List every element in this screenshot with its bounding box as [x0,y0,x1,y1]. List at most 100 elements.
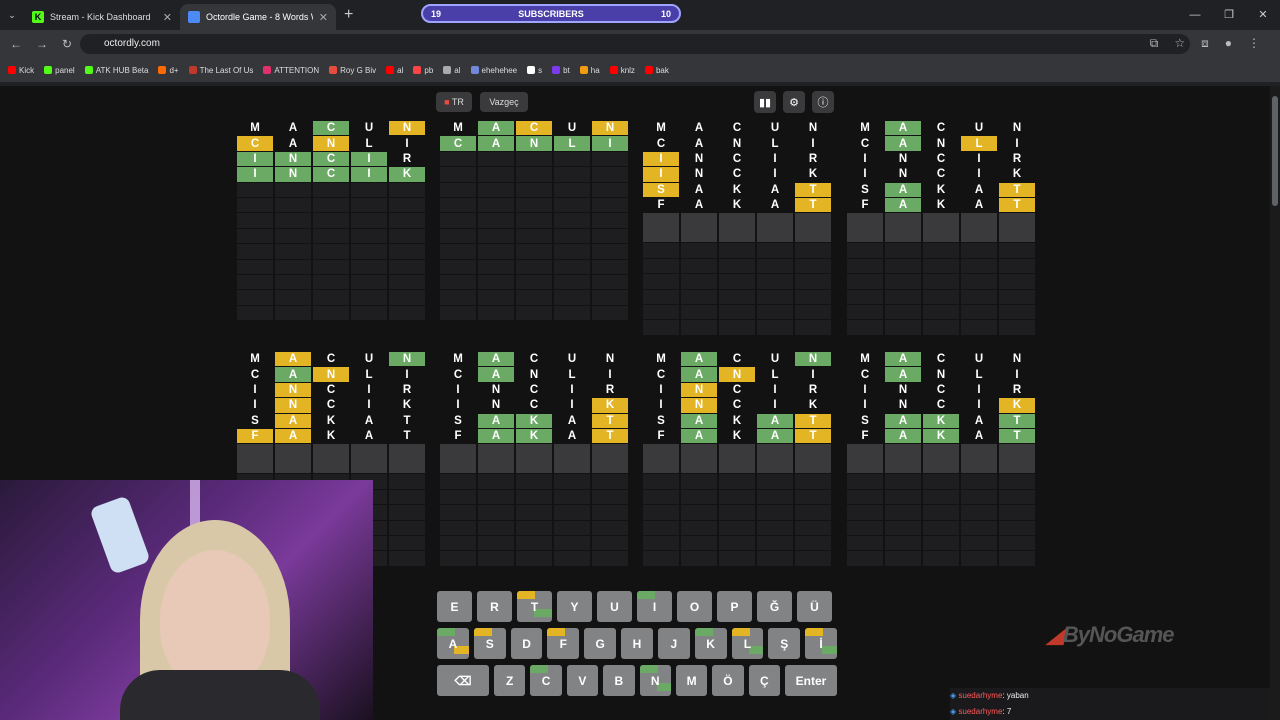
maximize-button[interactable]: ❐ [1212,0,1246,30]
letter-tile: C [515,351,553,367]
letter-tile [884,242,922,258]
bookmark-item[interactable]: Roy G Biv [329,66,376,75]
enter-key[interactable]: Enter [785,665,837,696]
tab-kick-dashboard[interactable]: K Stream - Kick Dashboard ✕ [24,4,180,30]
bookmark-item[interactable]: al [443,66,461,75]
reload-icon[interactable]: ↻ [62,37,72,51]
key-c[interactable]: C [530,665,562,696]
bookmark-item[interactable]: knlz [609,66,635,75]
bookmark-item[interactable]: ehehehee [470,66,517,75]
key-e[interactable]: E [437,591,472,622]
scroll-thumb[interactable] [1272,96,1278,206]
letter-tile: K [794,397,832,413]
profile-avatar[interactable]: ● [1225,36,1232,51]
close-icon[interactable]: ✕ [163,11,172,24]
letter-tile: C [846,135,884,151]
key-d[interactable]: D [510,628,543,659]
back-icon[interactable]: ← [10,37,22,51]
board-row: INCIK [236,397,426,413]
key-ğ[interactable]: Ğ [757,591,792,622]
info-icon[interactable]: ⓘ [812,91,834,113]
key-h[interactable]: H [621,628,653,659]
key-ç[interactable]: Ç [748,665,780,696]
extensions-icon[interactable]: ⧈ [1201,36,1209,51]
key-b[interactable]: B [603,665,635,696]
letter-tile [591,504,629,520]
letter-tile [642,443,680,474]
letter-tile [756,319,794,335]
bookmark-item[interactable]: d+ [158,66,179,75]
key-r[interactable]: R [477,591,512,622]
letter-tile: N [680,397,718,413]
settings-icon[interactable]: ⚙ [783,91,805,113]
key-v[interactable]: V [566,665,599,696]
bookmark-item[interactable]: ATTENTION [263,66,319,75]
bookmark-item[interactable]: ATK HUB Beta [84,66,148,75]
board-row [846,534,1036,551]
key-z[interactable]: Z [494,665,526,696]
address-bar[interactable]: octordly.com [80,34,1190,54]
tab-list-icon[interactable]: ⌄ [0,10,24,21]
board-row: INCIR [439,381,629,398]
key-ü[interactable]: Ü [797,591,832,622]
window-close-button[interactable]: ✕ [1246,0,1280,30]
key-k[interactable]: K [694,628,727,659]
page-scrollbar[interactable] [1270,86,1280,720]
key-g[interactable]: G [584,628,617,659]
forward-icon[interactable]: → [36,37,48,51]
tab-octordle[interactable]: Octordle Game - 8 Words Wordle ✕ [180,4,336,30]
bookmark-item[interactable]: pb [413,66,433,75]
backspace-key[interactable]: ⌫ [437,665,489,696]
letter-tile: I [642,381,680,398]
key-t[interactable]: T [517,591,552,622]
key-m[interactable]: M [675,665,708,696]
key-p[interactable]: P [717,591,752,622]
bookmark-item[interactable]: bt [552,66,570,75]
key-f[interactable]: F [547,628,580,659]
bookmark-star-icon[interactable]: ☆ [1174,36,1185,51]
letter-tile [553,227,591,244]
key-o[interactable]: O [677,591,712,622]
letter-tile [960,242,998,258]
key-u[interactable]: U [597,591,632,622]
bookmark-item[interactable]: al [386,66,403,75]
letter-tile [388,273,426,290]
key-y[interactable]: Y [557,591,592,622]
key-ö[interactable]: Ö [712,665,744,696]
bookmark-item[interactable]: bak [644,66,669,75]
menu-icon[interactable]: ⋮ [1248,36,1260,51]
letter-tile [236,273,274,290]
key-j[interactable]: J [657,628,690,659]
letter-tile [680,319,718,335]
key-i[interactable]: I [637,591,672,622]
letter-tile: A [884,120,922,136]
board-row [642,504,832,520]
letter-tile [312,273,350,290]
minimize-button[interactable]: — [1178,0,1212,30]
translate-icon[interactable]: ⧉ [1150,36,1159,51]
stats-icon[interactable]: ▮▮ [754,91,776,113]
key-l[interactable]: L [731,628,764,659]
key-ş[interactable]: Ş [768,628,801,659]
new-tab-button[interactable]: + [344,6,353,24]
key-a[interactable]: A [437,628,469,659]
letter-tile: A [274,351,312,367]
bookmark-item[interactable]: The Last Of Us [188,66,253,75]
letter-tile [642,473,680,489]
give-up-button[interactable]: Vazgeç [480,92,528,112]
close-icon[interactable]: ✕ [319,11,328,24]
letter-tile: K [312,412,350,428]
bookmark-item[interactable]: panel [44,66,75,75]
letter-tile [515,534,553,551]
letter-tile: I [960,150,998,167]
bookmark-item[interactable]: ha [579,66,600,75]
bookmark-item[interactable]: Kick [8,66,34,75]
letter-tile [718,443,756,474]
letter-tile [922,257,960,274]
key-i̇[interactable]: İ [805,628,837,659]
letter-tile: N [274,381,312,398]
key-s[interactable]: S [473,628,506,659]
key-n[interactable]: N [639,665,671,696]
language-button[interactable]: ■ TR [436,92,472,112]
bookmark-item[interactable]: s [527,66,542,75]
